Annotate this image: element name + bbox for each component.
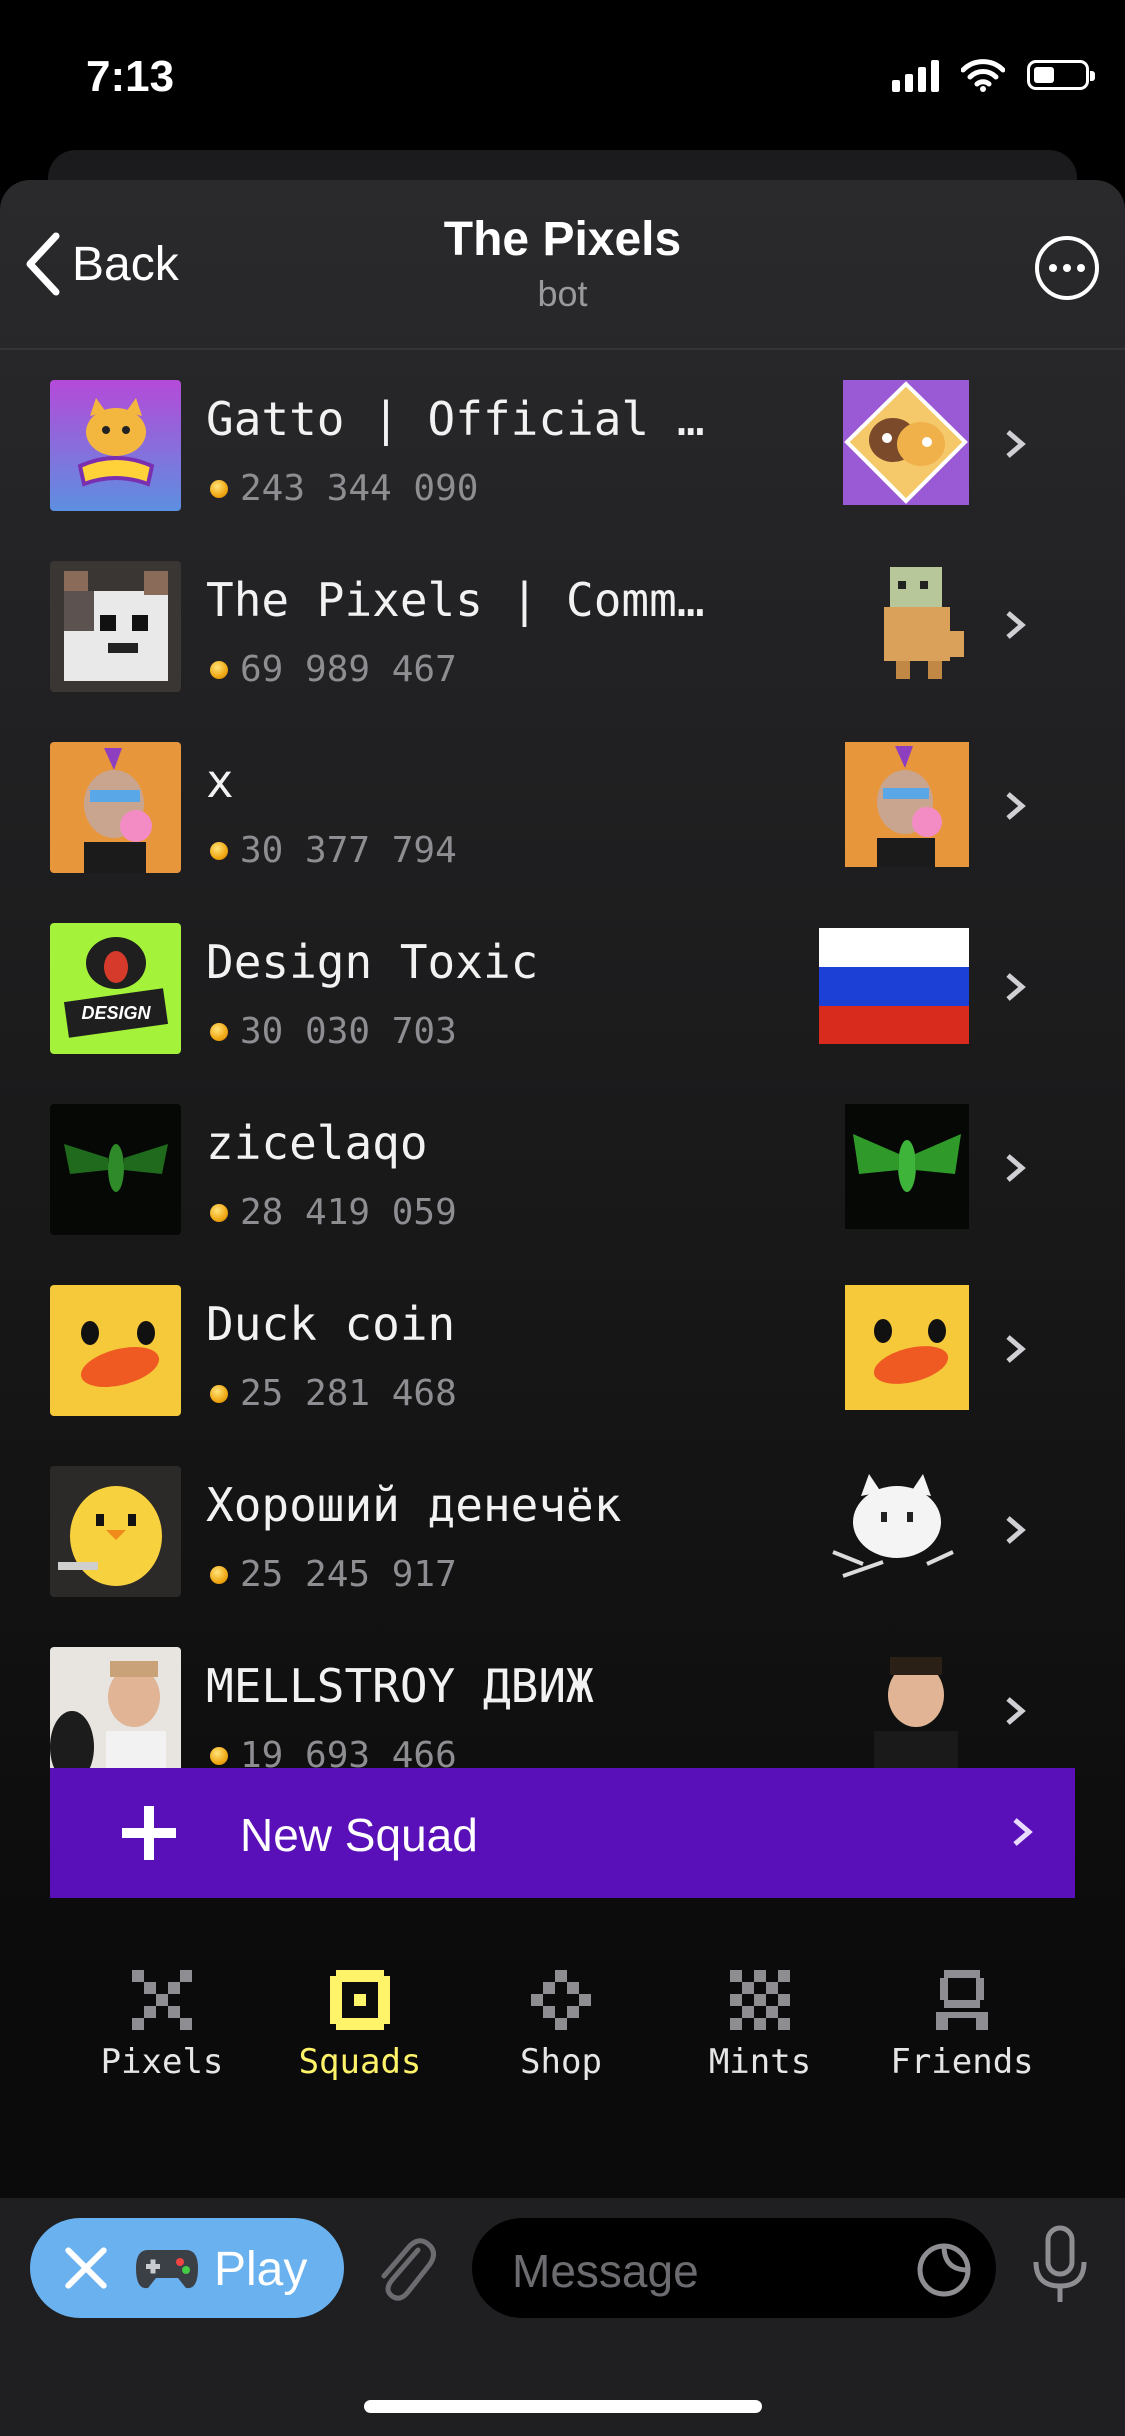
squad-name: Хороший денечёк	[206, 1478, 622, 1532]
chevron-right-icon	[1006, 1154, 1026, 1182]
chevron-right-icon	[1006, 430, 1026, 458]
cat-sticker	[823, 1466, 969, 1591]
message-input[interactable]: Message	[472, 2218, 996, 2318]
squad-name: Duck coin	[206, 1297, 456, 1351]
squad-score: 243 344 090	[210, 468, 478, 509]
coin-icon	[210, 1384, 228, 1403]
tab-pixels[interactable]: Pixels	[72, 1970, 252, 2082]
duck-avatar	[50, 1285, 181, 1416]
tab-label: Mints	[708, 2042, 812, 2082]
sticker-icon[interactable]	[916, 2242, 972, 2298]
chevron-right-icon	[1006, 1697, 1026, 1725]
squad-name: Design Toxic	[206, 935, 539, 989]
pixel-dog-sticker	[876, 561, 969, 686]
coin-icon	[210, 841, 228, 860]
person-avatar	[50, 1647, 181, 1778]
header-title-block: The Pixels bot	[0, 212, 1125, 315]
squad-score: 30 377 794	[210, 830, 457, 871]
status-icons	[892, 58, 1095, 92]
friends-pixel-icon	[936, 1970, 988, 2030]
coin-icon	[210, 1565, 228, 1584]
paperclip-icon[interactable]	[372, 2230, 436, 2306]
squad-name: Gatto | Official C…	[206, 392, 716, 446]
play-button[interactable]: Play	[30, 2218, 344, 2318]
squad-name: zicelaqo	[206, 1116, 428, 1170]
squad-name: x	[206, 754, 234, 808]
status-time: 7:13	[86, 52, 175, 101]
squad-score: 25 245 917	[210, 1554, 457, 1595]
chevron-right-icon	[1013, 1818, 1033, 1846]
person-sticker	[862, 1647, 969, 1772]
new-squad-button[interactable]: New Squad	[50, 1768, 1075, 1898]
squad-score: 30 030 703	[210, 1011, 457, 1052]
cobra-avatar: DESIGN	[50, 923, 181, 1054]
chevron-right-icon	[1006, 1335, 1026, 1363]
coin-icon	[210, 660, 228, 679]
squad-name: MELLSTROY ДВИЖ	[206, 1659, 594, 1713]
squad-row[interactable]: Хороший денечёк 25 245 917	[0, 1466, 1125, 1647]
coin-icon	[210, 1203, 228, 1222]
plus-icon	[122, 1806, 176, 1860]
coin-icon	[210, 1746, 228, 1765]
battery-icon	[1027, 60, 1095, 90]
home-indicator[interactable]	[364, 2400, 762, 2413]
tab-mints[interactable]: Mints	[670, 1970, 850, 2082]
tab-label: Pixels	[100, 2042, 224, 2082]
ape-avatar	[50, 742, 181, 873]
webapp-header: Back The Pixels bot	[0, 180, 1125, 350]
page-subtitle: bot	[537, 273, 588, 314]
message-placeholder: Message	[512, 2245, 699, 2297]
squads-pixel-icon	[330, 1970, 390, 2030]
coin-icon	[210, 1022, 228, 1041]
chick-avatar	[50, 1466, 181, 1597]
microphone-icon[interactable]	[1030, 2224, 1090, 2308]
gatto-avatar	[50, 380, 181, 511]
squad-row[interactable]: The Pixels | Commu… 69 989 467	[0, 561, 1125, 742]
coin-icon	[210, 479, 228, 498]
squad-row[interactable]: DESIGN Design Toxic 30 030 703	[0, 923, 1125, 1104]
pixel-cat-avatar	[50, 561, 181, 692]
more-options-button[interactable]	[1035, 236, 1099, 300]
tab-squads[interactable]: Squads	[270, 1970, 450, 2082]
squad-row[interactable]: zicelaqo 28 419 059	[0, 1104, 1125, 1285]
duck-sticker	[845, 1285, 969, 1410]
ape-sticker	[845, 742, 969, 867]
svg-text:DESIGN: DESIGN	[81, 1003, 151, 1023]
bot-webapp-sheet: Back The Pixels bot Gatto | Official C… …	[0, 180, 1125, 2200]
cicada-avatar	[50, 1104, 181, 1235]
page-title: The Pixels	[443, 213, 682, 266]
chevron-right-icon	[1006, 792, 1026, 820]
gatto-sticker	[843, 380, 969, 505]
squad-name: The Pixels | Commu…	[206, 573, 716, 627]
tab-label: Squads	[298, 2042, 422, 2082]
gamepad-icon	[136, 2250, 198, 2289]
close-icon[interactable]	[64, 2246, 108, 2290]
squad-score: 25 281 468	[210, 1373, 457, 1414]
tab-friends[interactable]: Friends	[872, 1970, 1052, 2082]
russia-flag	[819, 928, 969, 1044]
squad-row[interactable]: Gatto | Official C… 243 344 090	[0, 380, 1125, 561]
new-squad-label: New Squad	[240, 1809, 478, 1861]
wifi-icon	[961, 59, 1005, 92]
x-pixel-icon	[132, 1970, 192, 2030]
squad-score: 69 989 467	[210, 649, 457, 690]
cicada-sticker	[845, 1104, 969, 1229]
squad-row[interactable]: Duck coin 25 281 468	[0, 1285, 1125, 1466]
play-label: Play	[214, 2243, 308, 2296]
chevron-right-icon	[1006, 611, 1026, 639]
mints-pixel-icon	[730, 1970, 790, 2030]
tab-shop[interactable]: Shop	[471, 1970, 651, 2082]
squad-score: 28 419 059	[210, 1192, 457, 1233]
tab-label: Friends	[890, 2042, 1034, 2082]
chevron-right-icon	[1006, 1516, 1026, 1544]
shop-pixel-icon	[531, 1970, 591, 2030]
chevron-right-icon	[1006, 973, 1026, 1001]
squad-list[interactable]: Gatto | Official C… 243 344 090 The Pixe…	[0, 380, 1125, 1948]
game-tab-bar: Pixels Squads Shop Mints Friends	[0, 1970, 1125, 2100]
tab-label: Shop	[520, 2042, 602, 2082]
squad-row[interactable]: x 30 377 794	[0, 742, 1125, 923]
signal-icon	[892, 58, 939, 92]
